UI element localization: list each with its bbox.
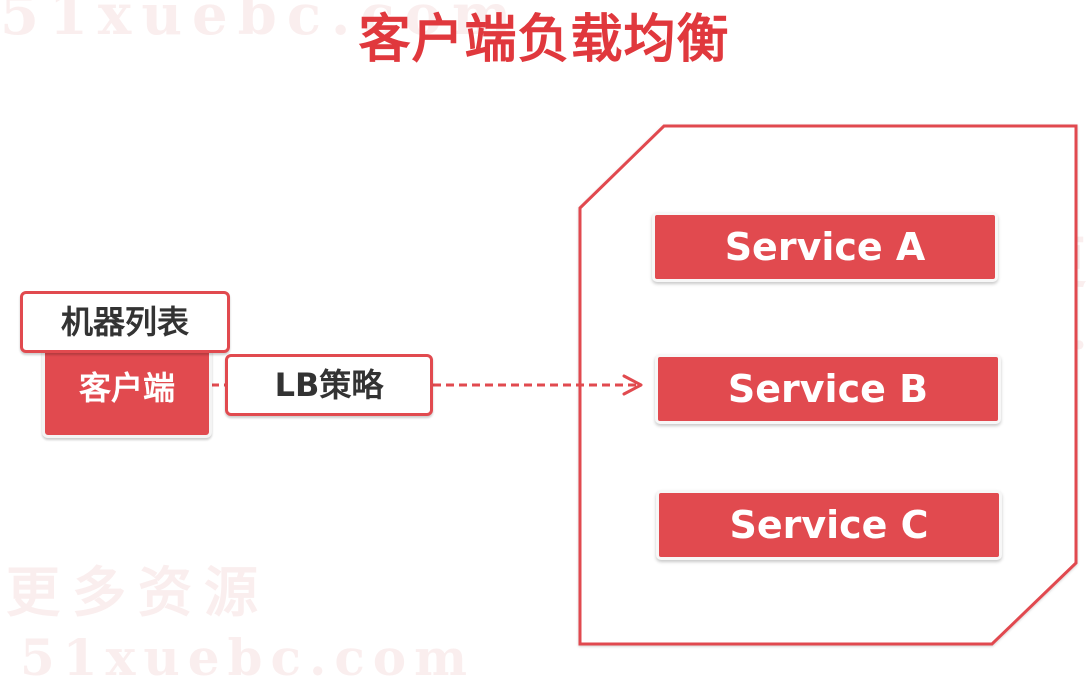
service-c-box: Service C — [656, 490, 1002, 560]
client-label: 客户端 — [78, 369, 175, 407]
service-a-box: Service A — [652, 212, 998, 282]
machine-list-box: 机器列表 — [20, 291, 230, 353]
service-b-box: Service B — [655, 354, 1001, 424]
lb-strategy-box: LB策略 — [225, 354, 433, 416]
